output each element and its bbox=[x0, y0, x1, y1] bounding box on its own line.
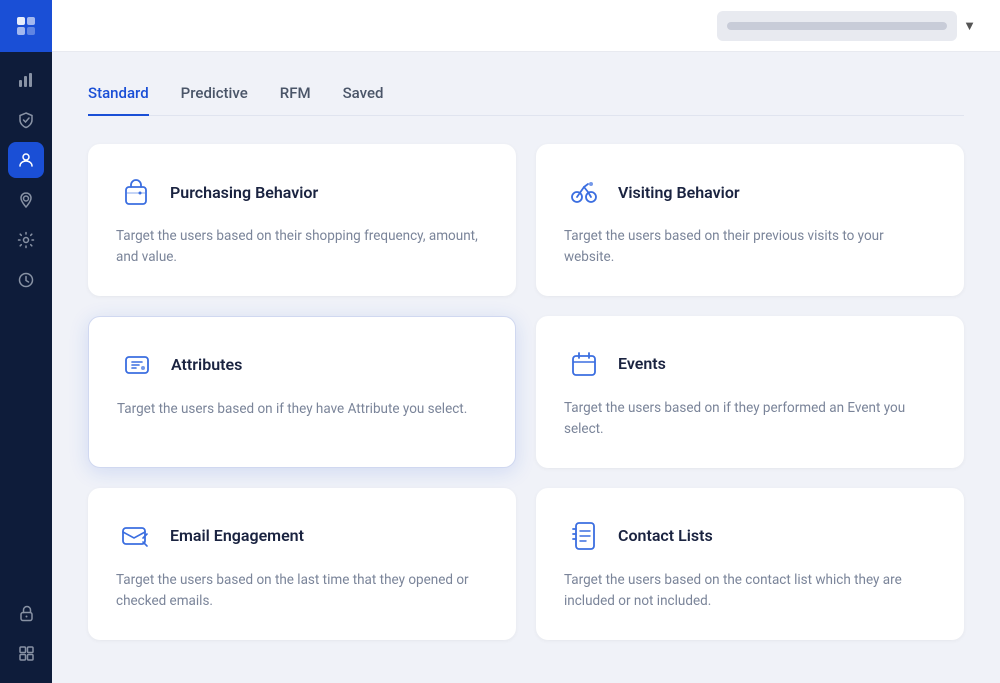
cycling-icon bbox=[564, 172, 604, 212]
card-header-purchasing: Purchasing Behavior bbox=[116, 172, 488, 212]
tabs-bar: Standard Predictive RFM Saved bbox=[88, 84, 964, 116]
card-header-visiting: Visiting Behavior bbox=[564, 172, 936, 212]
sidebar bbox=[0, 0, 52, 683]
card-desc-visiting: Target the users based on their previous… bbox=[564, 226, 936, 268]
topbar-search[interactable] bbox=[717, 11, 957, 41]
sidebar-logo[interactable] bbox=[0, 0, 52, 52]
main-content: ▼ Standard Predictive RFM Saved bbox=[52, 0, 1000, 683]
contacts-icon bbox=[564, 516, 604, 556]
sidebar-bottom bbox=[8, 583, 44, 683]
card-visiting-behavior[interactable]: Visiting Behavior Target the users based… bbox=[536, 144, 964, 296]
card-header-attributes: Attributes bbox=[117, 345, 487, 385]
sidebar-item-grid[interactable] bbox=[8, 635, 44, 671]
sidebar-item-audience[interactable] bbox=[8, 142, 44, 178]
card-header-email: Email Engagement bbox=[116, 516, 488, 556]
content-area: Standard Predictive RFM Saved bbox=[52, 52, 1000, 683]
card-header-events: Events bbox=[564, 344, 936, 384]
attributes-icon bbox=[117, 345, 157, 385]
card-title-email: Email Engagement bbox=[170, 526, 304, 545]
card-title-purchasing: Purchasing Behavior bbox=[170, 183, 318, 202]
card-contact-lists[interactable]: Contact Lists Target the users based on … bbox=[536, 488, 964, 640]
tab-rfm[interactable]: RFM bbox=[280, 84, 311, 116]
card-title-events: Events bbox=[618, 354, 666, 373]
sidebar-item-history[interactable] bbox=[8, 262, 44, 298]
tab-standard[interactable]: Standard bbox=[88, 84, 149, 116]
card-title-attributes: Attributes bbox=[171, 355, 242, 374]
card-title-visiting: Visiting Behavior bbox=[618, 183, 740, 202]
card-desc-purchasing: Target the users based on their shopping… bbox=[116, 226, 488, 268]
card-desc-email: Target the users based on the last time … bbox=[116, 570, 488, 612]
topbar-chevron-icon[interactable]: ▼ bbox=[963, 18, 976, 34]
shopping-bag-icon bbox=[116, 172, 156, 212]
cards-grid: Purchasing Behavior Target the users bas… bbox=[88, 144, 964, 640]
tab-saved[interactable]: Saved bbox=[343, 84, 384, 116]
search-bar-fill bbox=[727, 22, 947, 30]
sidebar-nav bbox=[8, 52, 44, 583]
sidebar-item-analytics[interactable] bbox=[8, 62, 44, 98]
card-title-contacts: Contact Lists bbox=[618, 526, 713, 545]
card-desc-contacts: Target the users based on the contact li… bbox=[564, 570, 936, 612]
sidebar-item-location[interactable] bbox=[8, 182, 44, 218]
tab-predictive[interactable]: Predictive bbox=[181, 84, 248, 116]
card-attributes[interactable]: Attributes Target the users based on if … bbox=[88, 316, 516, 468]
calendar-icon bbox=[564, 344, 604, 384]
card-header-contacts: Contact Lists bbox=[564, 516, 936, 556]
sidebar-item-shield[interactable] bbox=[8, 102, 44, 138]
topbar: ▼ bbox=[52, 0, 1000, 52]
card-email-engagement[interactable]: Email Engagement Target the users based … bbox=[88, 488, 516, 640]
sidebar-item-settings[interactable] bbox=[8, 222, 44, 258]
email-icon bbox=[116, 516, 156, 556]
card-desc-events: Target the users based on if they perfor… bbox=[564, 398, 936, 440]
card-purchasing-behavior[interactable]: Purchasing Behavior Target the users bas… bbox=[88, 144, 516, 296]
card-desc-attributes: Target the users based on if they have A… bbox=[117, 399, 487, 420]
sidebar-item-lock[interactable] bbox=[8, 595, 44, 631]
card-events[interactable]: Events Target the users based on if they… bbox=[536, 316, 964, 468]
